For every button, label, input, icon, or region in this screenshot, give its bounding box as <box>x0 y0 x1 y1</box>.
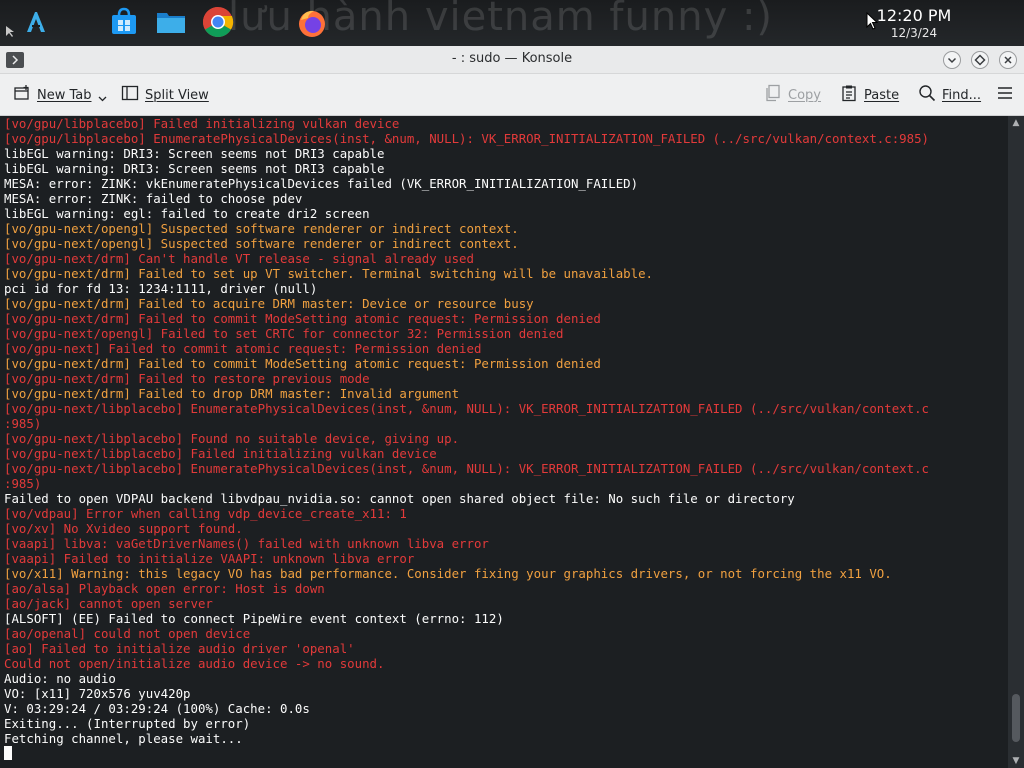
chevron-down-icon <box>98 91 107 106</box>
minimize-button[interactable] <box>943 51 961 69</box>
text-cursor <box>4 746 12 760</box>
taskbar: lưu hành vietnam funny :) 12:20 PM 12/3/… <box>0 0 1024 46</box>
terminal-scrollbar[interactable]: ▲ ▼ <box>1008 116 1024 768</box>
find-button[interactable]: Find... <box>918 84 981 106</box>
terminal-line: MESA: error: ZINK: failed to choose pdev <box>4 191 303 206</box>
terminal-line: [vaapi] libva: vaGetDriverNames() failed… <box>4 536 489 551</box>
terminal-line: [ao/openal] could not open device <box>4 626 251 641</box>
copy-label: Copy <box>788 87 821 103</box>
terminal-line: [vo/gpu-next/opengl] Failed to set CRTC … <box>4 326 564 341</box>
terminal-line: [vo/gpu-next/drm] Failed to commit ModeS… <box>4 311 601 326</box>
terminal-line: [ao/jack] cannot open server <box>4 596 213 611</box>
copy-icon <box>764 84 782 106</box>
scrollbar-thumb[interactable] <box>1012 694 1020 742</box>
terminal-line: :985) <box>4 416 42 431</box>
firefox-icon[interactable] <box>296 6 328 38</box>
terminal-line: [vo/gpu-next/libplacebo] EnumeratePhysic… <box>4 461 930 476</box>
search-icon <box>918 84 936 106</box>
konsole-toolbar: New Tab Split View Copy Paste Find... <box>0 74 1024 116</box>
scroll-up-icon[interactable]: ▲ <box>1011 118 1021 128</box>
terminal-line: Exiting... (Interrupted by error) <box>4 716 251 731</box>
terminal-line: [vo/gpu-next/drm] Failed to restore prev… <box>4 371 370 386</box>
app-launcher-icon[interactable] <box>20 6 52 38</box>
paste-icon <box>840 84 858 106</box>
terminal-line: [vaapi] Failed to initialize VAAPI: unkn… <box>4 551 415 566</box>
terminal-line: [vo/gpu-next/libplacebo] Found no suitab… <box>4 431 460 446</box>
terminal-line: pci id for fd 13: 1234:1111, driver (nul… <box>4 281 318 296</box>
scroll-down-icon[interactable]: ▼ <box>1011 756 1021 766</box>
terminal-line: :985) <box>4 476 42 491</box>
terminal-line: [vo/vdpau] Error when calling vdp_device… <box>4 506 407 521</box>
hamburger-menu-icon <box>996 84 1014 106</box>
terminal-line: [vo/gpu-next/libplacebo] EnumeratePhysic… <box>4 401 930 416</box>
split-view-button[interactable]: Split View <box>121 84 209 106</box>
new-tab-icon <box>13 84 31 106</box>
terminal-line: MESA: error: ZINK: vkEnumeratePhysicalDe… <box>4 176 639 191</box>
terminal-line: Failed to open VDPAU backend libvdpau_nv… <box>4 491 795 506</box>
terminal-line: [vo/x11] Warning: this legacy VO has bad… <box>4 566 892 581</box>
terminal-line: V: 03:29:24 / 03:29:24 (100%) Cache: 0.0… <box>4 701 310 716</box>
terminal-line: Could not open/initialize audio device -… <box>4 656 385 671</box>
terminal-line: VO: [x11] 720x576 yuv420p <box>4 686 191 701</box>
find-label: Find... <box>942 87 982 103</box>
terminal-line: [vo/gpu-next/drm] Failed to drop DRM mas… <box>4 386 460 401</box>
window-title: - : sudo — Konsole <box>451 51 573 66</box>
pager-icon[interactable] <box>3 24 17 38</box>
terminal-line: Audio: no audio <box>4 671 116 686</box>
maximize-button[interactable] <box>971 51 989 69</box>
clock-time: 12:20 PM <box>876 6 952 25</box>
system-clock[interactable]: 12:20 PM 12/3/24 <box>864 6 964 40</box>
terminal-line: [ao] Failed to initialize audio driver '… <box>4 641 355 656</box>
paste-button[interactable]: Paste <box>840 84 899 106</box>
copy-button[interactable]: Copy <box>764 84 821 106</box>
terminal-line: [vo/gpu-next/drm] Can't handle VT releas… <box>4 251 474 266</box>
paste-label: Paste <box>864 87 900 103</box>
terminal-output[interactable]: [vo/gpu/libplacebo] Failed initializing … <box>0 116 1008 768</box>
terminal-line: libEGL warning: DRI3: Screen seems not D… <box>4 161 385 176</box>
terminal-line: [vo/xv] No Xvideo support found. <box>4 521 243 536</box>
window-titlebar[interactable]: - : sudo — Konsole <box>0 46 1024 74</box>
mouse-pointer-icon <box>866 11 879 35</box>
terminal-line: [vo/gpu-next/drm] Failed to set up VT sw… <box>4 266 654 281</box>
terminal-line: [vo/gpu-next/drm] Failed to acquire DRM … <box>4 296 534 311</box>
new-tab-button[interactable]: New Tab <box>13 84 107 106</box>
terminal-line: [vo/gpu-next/drm] Failed to commit ModeS… <box>4 356 601 371</box>
terminal-line: [ALSOFT] (EE) Failed to connect PipeWire… <box>4 611 504 626</box>
terminal-line: [vo/gpu/libplacebo] Failed initializing … <box>4 116 400 131</box>
file-manager-icon[interactable] <box>155 6 187 38</box>
terminal-line: [vo/gpu-next] Failed to commit atomic re… <box>4 341 482 356</box>
terminal-line: libEGL warning: DRI3: Screen seems not D… <box>4 146 385 161</box>
terminal-prompt-line <box>4 746 1008 761</box>
clock-date: 12/3/24 <box>890 26 938 40</box>
terminal-line: [vo/gpu-next/libplacebo] Failed initiali… <box>4 446 437 461</box>
split-view-label: Split View <box>145 87 209 103</box>
terminal-line: [ao/alsa] Playback open error: Host is d… <box>4 581 325 596</box>
chrome-icon[interactable] <box>202 6 234 38</box>
discover-store-icon[interactable] <box>108 6 140 38</box>
hamburger-menu-button[interactable] <box>996 84 1014 106</box>
terminal-line: [vo/gpu/libplacebo] EnumeratePhysicalDev… <box>4 131 930 146</box>
terminal-line: [vo/gpu-next/opengl] Suspected software … <box>4 236 519 251</box>
terminal-line: Fetching channel, please wait... <box>4 731 243 746</box>
new-tab-label: New Tab <box>37 87 92 103</box>
terminal-line: libEGL warning: egl: failed to create dr… <box>4 206 370 221</box>
split-view-icon <box>121 84 139 106</box>
terminal-line: [vo/gpu-next/opengl] Suspected software … <box>4 221 519 236</box>
close-button[interactable] <box>999 51 1017 69</box>
